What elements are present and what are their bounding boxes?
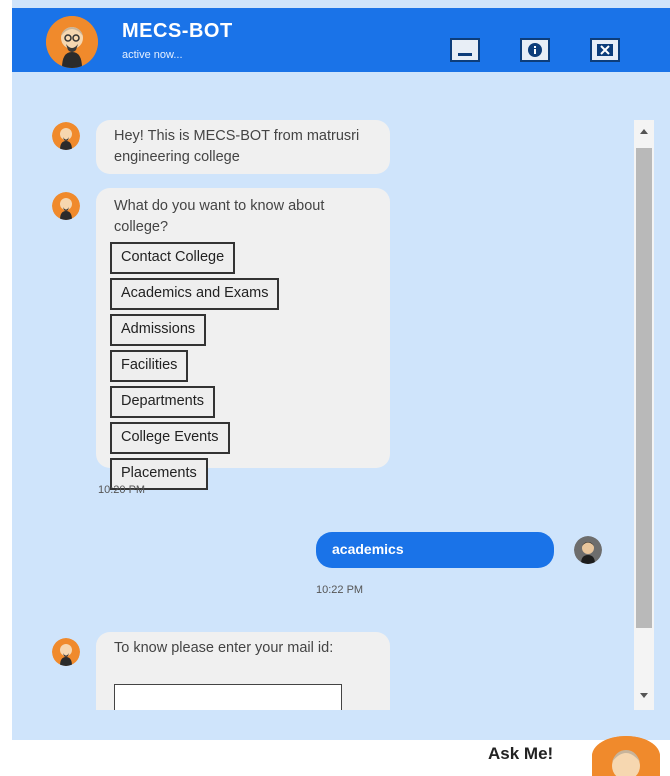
bot-message-text: Hey! This is MECS-BOT from matrusri engi… xyxy=(114,128,360,165)
option-button-departments[interactable]: Departments xyxy=(110,386,216,418)
user-message: academics xyxy=(316,532,554,568)
chatbot-launcher-icon[interactable] xyxy=(592,736,660,776)
bot-avatar-icon xyxy=(52,192,80,220)
scrollbar-thumb[interactable] xyxy=(636,148,652,628)
bot-avatar-icon xyxy=(52,122,80,150)
option-button-contact-college[interactable]: Contact College xyxy=(110,242,236,274)
bot-avatar-icon xyxy=(52,638,80,666)
scroll-up-icon[interactable] xyxy=(634,122,654,140)
option-list: Contact College Academics and Exams Admi… xyxy=(110,242,368,494)
close-icon xyxy=(597,44,613,56)
bot-message: Hey! This is MECS-BOT from matrusri engi… xyxy=(96,120,390,174)
close-button[interactable] xyxy=(590,38,620,62)
email-field[interactable] xyxy=(114,684,342,710)
bot-message-text: What do you want to know about college? xyxy=(114,198,325,235)
chat-scrollbar[interactable] xyxy=(634,120,654,710)
chat-header: MECS-BOT active now... xyxy=(12,8,670,72)
bot-logo-icon xyxy=(46,16,98,68)
scroll-down-icon[interactable] xyxy=(634,686,654,704)
message-area: Hey! This is MECS-BOT from matrusri engi… xyxy=(12,80,670,710)
info-icon xyxy=(528,43,542,57)
option-button-facilities[interactable]: Facilities xyxy=(110,350,189,382)
bot-message: What do you want to know about college? … xyxy=(96,188,390,490)
chat-window: MECS-BOT active now... Hey! This is MECS… xyxy=(12,0,670,740)
ask-me-label[interactable]: Ask Me! xyxy=(488,744,553,764)
bot-message: To know please enter your mail id: xyxy=(96,632,390,710)
user-avatar-icon xyxy=(574,536,602,564)
message-timestamp: 10:20 PM xyxy=(98,484,146,496)
option-button-college-events[interactable]: College Events xyxy=(110,422,230,454)
user-message-text: academics xyxy=(332,541,404,557)
message-timestamp: 10:22 PM xyxy=(316,584,364,596)
bot-message-text: To know please enter your mail id: xyxy=(114,640,334,656)
info-button[interactable] xyxy=(520,38,550,62)
option-button-admissions[interactable]: Admissions xyxy=(110,314,207,346)
bot-status: active now... xyxy=(122,49,183,61)
bot-title: MECS-BOT xyxy=(122,20,233,42)
minimize-icon xyxy=(458,53,472,56)
minimize-button[interactable] xyxy=(450,38,480,62)
option-button-academics-and-exams[interactable]: Academics and Exams xyxy=(110,278,280,310)
